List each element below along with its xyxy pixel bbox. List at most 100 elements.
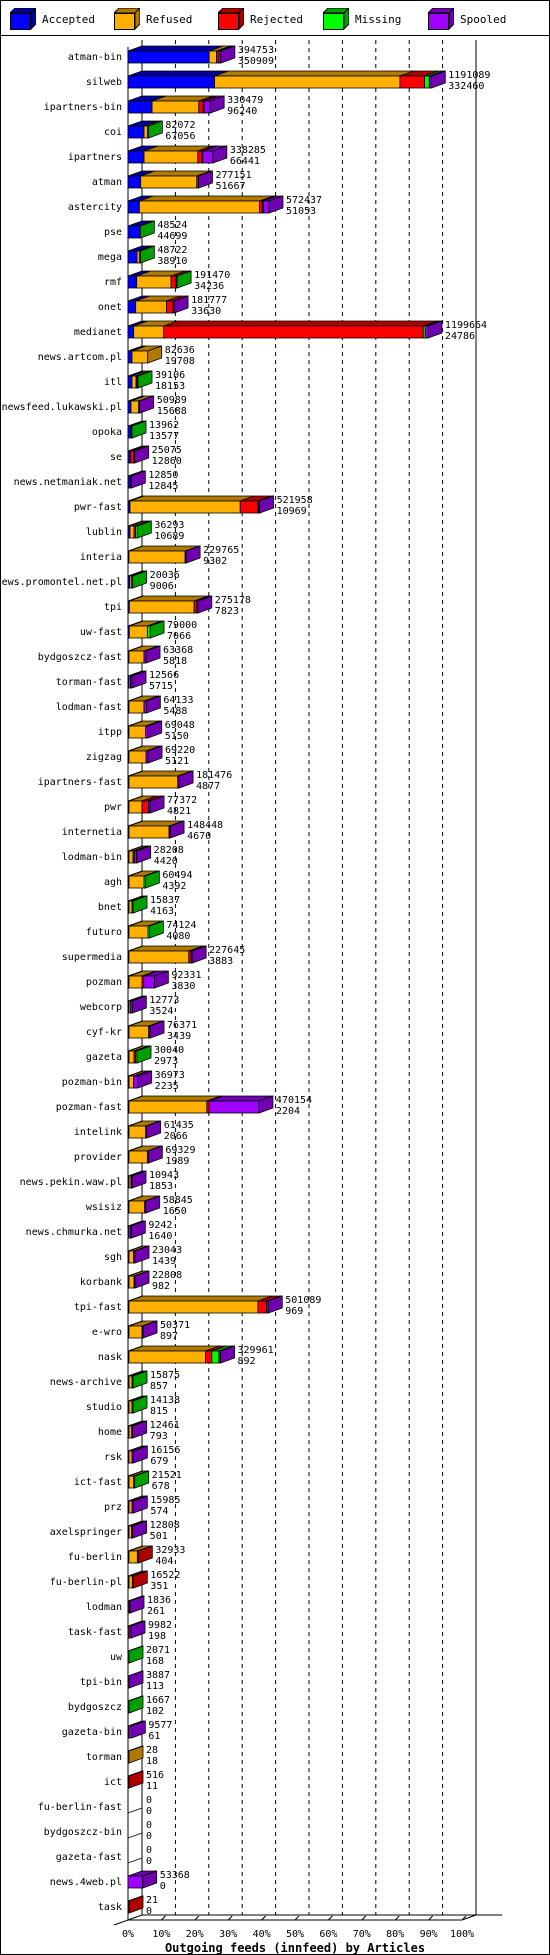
category-label: astercity xyxy=(68,202,122,213)
value-label-total: 69048 xyxy=(165,720,195,731)
bar-segment-top-refused xyxy=(139,195,274,202)
bar-segment-refused xyxy=(128,1350,206,1364)
bar-segment-refused xyxy=(128,600,195,614)
bar-pse xyxy=(127,220,155,239)
bar-segment-refused xyxy=(143,125,148,139)
bar-segment-accepted xyxy=(127,350,133,364)
category-label: rsk xyxy=(104,1452,122,1463)
category-label: pse xyxy=(104,227,122,238)
category-label: news.artcom.pl xyxy=(38,352,122,363)
category-label: torman-fast xyxy=(56,677,122,688)
bar-silweb xyxy=(127,70,446,89)
bar-studio xyxy=(127,1395,148,1414)
bar-uw xyxy=(127,1645,144,1664)
value-label-secondary: 1640 xyxy=(148,1231,172,1242)
category-label: gazeta-fast xyxy=(56,1852,122,1863)
bar-segment-rejected xyxy=(198,100,204,114)
value-label-secondary: 0 xyxy=(146,1806,152,1817)
value-label-secondary: 815 xyxy=(150,1406,168,1417)
value-label-secondary: 198 xyxy=(148,1631,166,1642)
bar-segment-accepted xyxy=(127,325,135,339)
bar-segment-accepted xyxy=(127,50,210,64)
value-label-secondary: 7066 xyxy=(167,631,191,642)
bar-nask xyxy=(127,1345,235,1364)
bar-segment-refused xyxy=(128,750,147,764)
bar-ict xyxy=(127,1770,144,1789)
category-label: lodman-bin xyxy=(62,852,122,863)
value-label-secondary: 3439 xyxy=(167,1031,191,1042)
value-label-total: 0 xyxy=(146,1845,152,1856)
bar-segment-refused xyxy=(129,525,135,539)
category-label: news.pekin.waw.pl xyxy=(20,1177,122,1188)
bar-gazeta-fast xyxy=(127,1857,143,1864)
value-label-secondary: 3524 xyxy=(149,1006,173,1017)
x-tick-40 xyxy=(261,1915,266,1921)
value-label-secondary: 9006 xyxy=(150,581,174,592)
x-tick-label: 0% xyxy=(122,1929,134,1940)
category-label: internetia xyxy=(62,827,122,838)
value-label-secondary: 66441 xyxy=(230,156,260,167)
bar-segment-accepted xyxy=(127,125,145,139)
bar-empty-edge xyxy=(127,1807,143,1814)
bar-segment-refused xyxy=(128,1575,133,1589)
bar-segment-top-rejected xyxy=(163,320,438,327)
bar-segment-missing xyxy=(424,75,430,89)
value-label-secondary: 261 xyxy=(147,1606,165,1617)
bar-se xyxy=(127,445,150,464)
value-label-secondary: 113 xyxy=(146,1681,164,1692)
category-label: itpp xyxy=(98,727,122,738)
value-label-secondary: 96240 xyxy=(227,106,257,117)
bar-webcorp xyxy=(127,995,147,1014)
value-label-secondary: 4163 xyxy=(150,906,174,917)
value-label-total: 329961 xyxy=(238,1345,274,1356)
bar-segment-refused xyxy=(128,1450,133,1464)
category-label: home xyxy=(98,1427,122,1438)
bar-segment-refused xyxy=(128,1050,135,1064)
value-label-total: 48524 xyxy=(157,220,187,231)
bar-segment-accepted xyxy=(127,300,137,314)
bar-segment-spooled xyxy=(424,325,429,339)
value-label-secondary: 1853 xyxy=(149,1181,173,1192)
value-label-total: 394753 xyxy=(238,45,274,56)
bar-segment-refused xyxy=(128,1425,133,1439)
bar-segment-refused xyxy=(128,1550,138,1564)
bar-segment-rejected xyxy=(197,150,203,164)
category-label: ict-fast xyxy=(74,1477,122,1488)
bar-segment-refused xyxy=(128,775,179,789)
value-label-total: 76371 xyxy=(167,1020,197,1031)
value-label-total: 92331 xyxy=(171,970,201,981)
category-label: tpi-fast xyxy=(74,1302,122,1313)
value-label-total: 470154 xyxy=(276,1095,312,1106)
bar-segment-refused xyxy=(133,325,165,339)
x-tick-label: 30% xyxy=(219,1929,237,1940)
value-label-secondary: 18153 xyxy=(155,381,185,392)
bar-onet xyxy=(127,295,189,314)
value-label-total: 275178 xyxy=(215,595,251,606)
category-label: pozman xyxy=(86,977,122,988)
value-label-total: 1667 xyxy=(146,1695,170,1706)
category-label: sgh xyxy=(104,1252,122,1263)
value-label-total: 12850 xyxy=(148,470,178,481)
value-label-secondary: 2066 xyxy=(164,1131,188,1142)
value-label-secondary: 12860 xyxy=(152,456,182,467)
category-label: mega xyxy=(98,252,122,263)
bar-segment-top-refused xyxy=(128,1095,221,1102)
value-label-total: 1199664 xyxy=(445,320,487,331)
bar-bnet xyxy=(127,895,148,914)
x-tick-label: 10% xyxy=(152,1929,170,1940)
x-tick-70 xyxy=(361,1915,367,1921)
bar-lodman-bin xyxy=(127,845,152,864)
value-label-secondary: 5121 xyxy=(165,756,189,767)
bar-news.chmurka.net xyxy=(127,1220,146,1239)
bar-segment-refused xyxy=(128,975,143,989)
value-label-total: 60494 xyxy=(162,870,192,881)
value-label-total: 82072 xyxy=(165,120,195,131)
bar-side-face xyxy=(128,1895,144,1914)
value-label-secondary: 0 xyxy=(146,1906,152,1917)
category-label: bnet xyxy=(98,902,122,913)
x-tick-80 xyxy=(394,1915,400,1921)
value-label-secondary: 404 xyxy=(155,1556,173,1567)
bar-segment-refused xyxy=(128,1125,147,1139)
category-label: torman xyxy=(86,1752,122,1763)
bar-side-face xyxy=(128,1770,144,1789)
